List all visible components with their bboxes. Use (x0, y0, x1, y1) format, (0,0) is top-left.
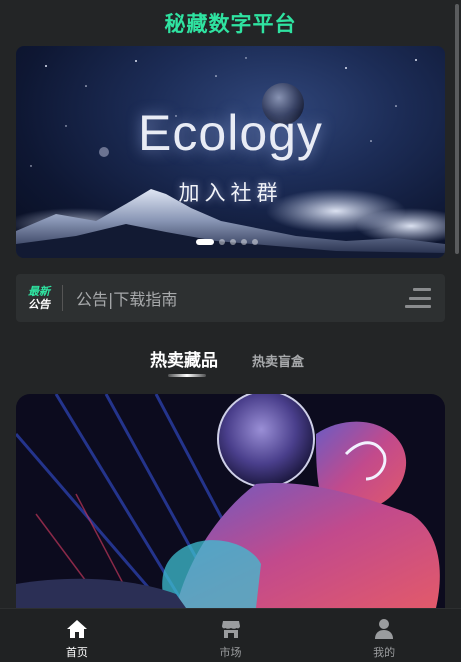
home-icon (66, 617, 88, 641)
tab-hot-collectibles[interactable]: 热卖藏品 (150, 346, 218, 371)
user-icon (374, 617, 394, 641)
carousel-dot[interactable] (252, 239, 258, 245)
active-tab-indicator (168, 374, 206, 377)
carousel-dot[interactable] (230, 239, 236, 245)
scrollbar[interactable] (455, 4, 459, 254)
collectible-card[interactable] (16, 394, 445, 608)
badge-bottom-label: 公告 (28, 298, 50, 311)
banner-carousel[interactable]: Ecology 加入社群 (16, 46, 445, 258)
divider (62, 285, 63, 311)
banner-subheadline: 加入社群 (178, 181, 283, 205)
nav-item-home[interactable]: 首页 (0, 609, 154, 662)
announcement-badge: 最新 公告 (16, 285, 62, 311)
tab-hot-blind-boxes[interactable]: 热卖盲盒 (252, 351, 304, 370)
bottom-navigation: 首页 市场 我的 (0, 608, 461, 662)
app-header: 秘藏数字平台 (0, 0, 461, 46)
astronaut-artwork (16, 394, 440, 608)
menu-lines-icon[interactable] (405, 288, 431, 308)
nav-item-profile[interactable]: 我的 (307, 609, 461, 662)
app-title: 秘藏数字平台 (164, 12, 297, 36)
nav-item-market[interactable]: 市场 (154, 609, 308, 662)
store-icon (221, 617, 241, 641)
carousel-dot[interactable] (241, 239, 247, 245)
collection-tabs: 热卖藏品 热卖盲盒 (0, 344, 461, 380)
nav-label-profile: 我的 (373, 646, 396, 659)
announcement-bar[interactable]: 最新 公告 公告|下载指南 (16, 274, 445, 322)
badge-top-label: 最新 (28, 285, 50, 298)
carousel-indicator[interactable] (196, 239, 258, 245)
banner-headline: Ecology (138, 105, 323, 161)
nav-label-market: 市场 (219, 646, 242, 659)
carousel-dot[interactable] (219, 239, 225, 245)
carousel-dot[interactable] (196, 239, 214, 245)
nav-label-home: 首页 (65, 646, 88, 659)
announcement-text[interactable]: 公告|下载指南 (76, 286, 405, 310)
